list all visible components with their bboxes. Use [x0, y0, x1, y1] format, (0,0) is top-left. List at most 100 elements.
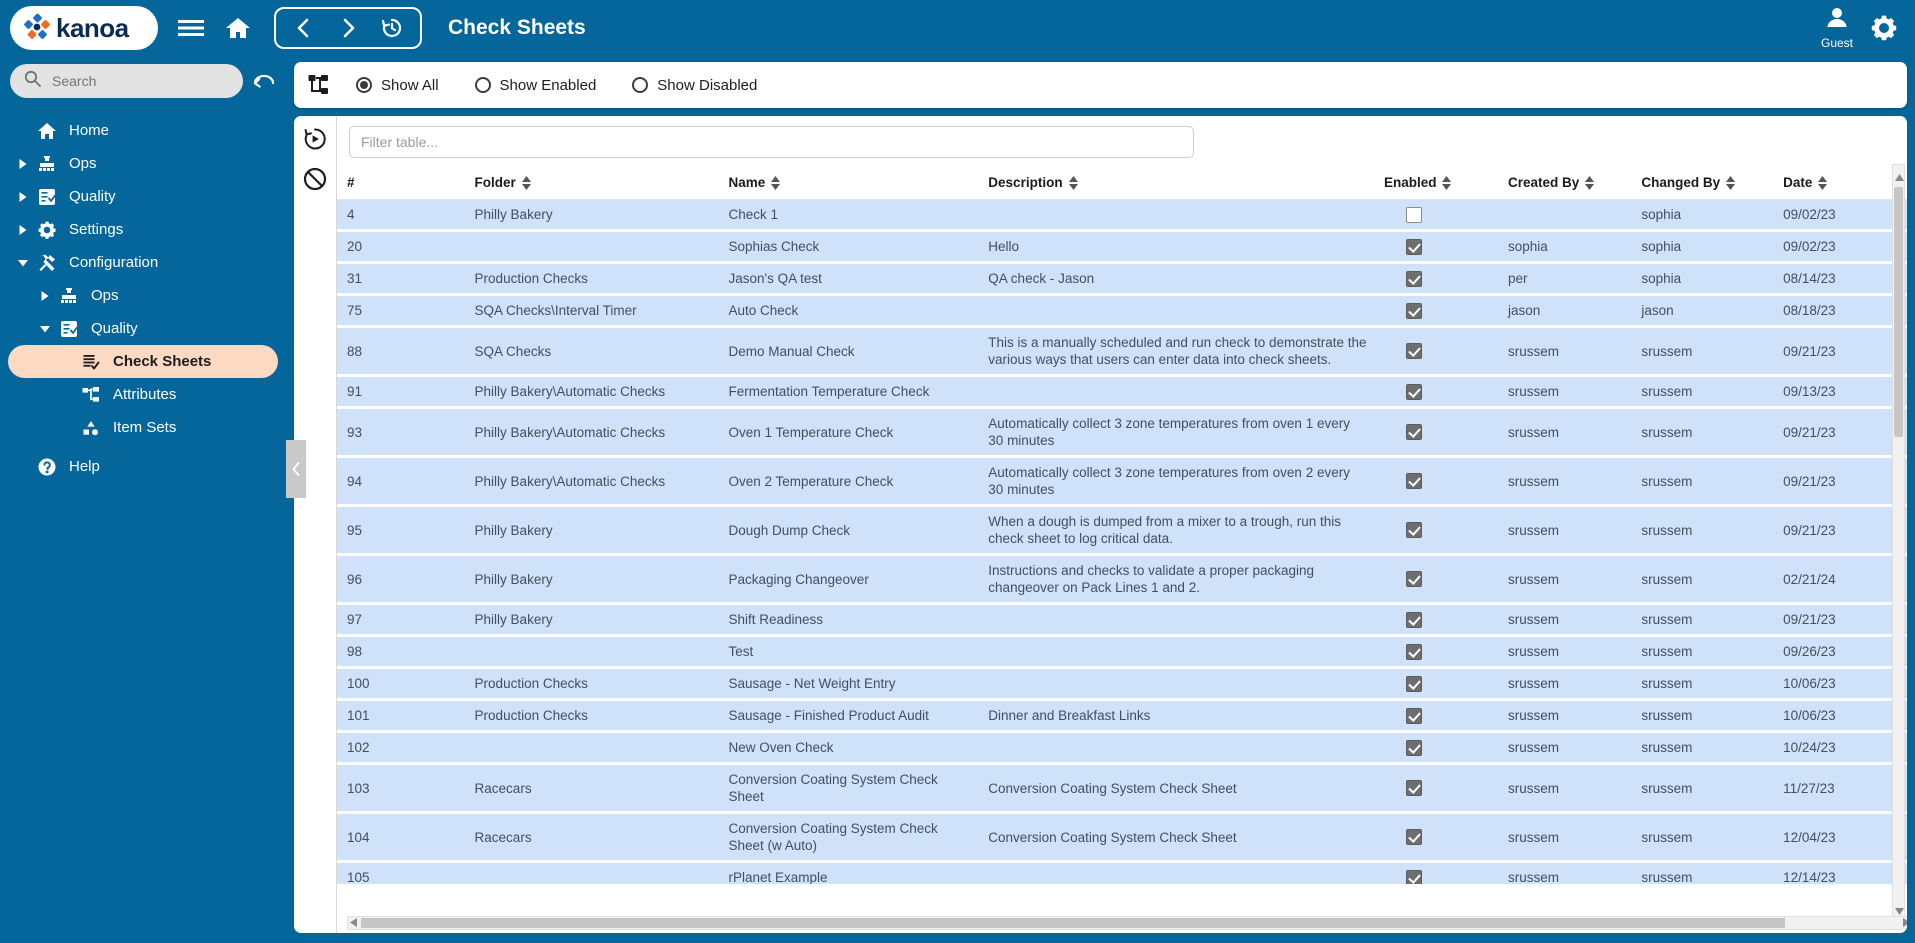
sidebar-item-quality[interactable]: Quality [8, 312, 278, 345]
sort-toggle-icon[interactable] [1818, 175, 1828, 190]
sidebar-item-item-sets[interactable]: Item Sets [8, 411, 278, 444]
sort-toggle-icon[interactable] [1585, 175, 1595, 190]
column-header-num[interactable]: # [337, 168, 465, 200]
table-row[interactable]: 102 New Oven Check srussem srussem 10/24/23 [337, 731, 1907, 765]
enabled-checkbox[interactable] [1405, 383, 1422, 400]
table-row[interactable]: 75 SQA Checks\Interval Timer Auto Check jas… [337, 294, 1907, 328]
radio-indicator[interactable] [356, 77, 372, 93]
history-clock-icon[interactable] [370, 9, 414, 47]
table-scroll-region[interactable]: # Folder Name Description Enabled Created By C… [337, 168, 1907, 884]
sidebar-item-ops[interactable]: Ops [8, 147, 278, 180]
column-header-date[interactable]: Date [1773, 168, 1907, 200]
enabled-checkbox[interactable] [1405, 869, 1422, 884]
cell-enabled[interactable] [1373, 294, 1498, 328]
vertical-scrollbar[interactable] [1892, 164, 1905, 924]
cell-enabled[interactable] [1373, 375, 1498, 409]
sidebar-item-quality[interactable]: Quality [8, 180, 278, 213]
undo-arrow-icon[interactable] [252, 69, 276, 94]
column-header-created[interactable]: Created By [1497, 168, 1632, 200]
sidebar-collapse-handle[interactable] [286, 440, 306, 498]
cell-enabled[interactable] [1373, 262, 1498, 296]
cell-enabled[interactable] [1373, 326, 1498, 377]
cell-enabled[interactable] [1373, 763, 1498, 814]
cell-enabled[interactable] [1373, 230, 1498, 264]
cell-enabled[interactable] [1373, 635, 1498, 669]
cell-enabled[interactable] [1373, 699, 1498, 733]
table-row[interactable]: 105 rPlanet Example srussem srussem 12/14/23 [337, 861, 1907, 884]
chevron-right-icon[interactable] [12, 224, 34, 236]
radio-show-disabled[interactable]: Show Disabled [632, 77, 757, 94]
cell-enabled[interactable] [1373, 199, 1498, 232]
scroll-left-arrow-icon[interactable] [350, 914, 357, 932]
table-row[interactable]: 98 Test srussem srussem 09/26/23 [337, 635, 1907, 669]
cell-enabled[interactable] [1373, 731, 1498, 765]
enabled-checkbox[interactable] [1405, 780, 1422, 796]
home-icon[interactable] [224, 15, 252, 41]
chevron-right-icon[interactable] [34, 290, 56, 302]
column-header-desc[interactable]: Description [978, 168, 1374, 200]
sidebar-item-check-sheets[interactable]: Check Sheets [8, 345, 278, 378]
scroll-up-arrow-icon[interactable] [1895, 168, 1904, 186]
enabled-checkbox[interactable] [1405, 343, 1422, 359]
search-box[interactable] [10, 64, 243, 98]
user-menu[interactable]: Guest [1821, 6, 1853, 50]
run-clock-icon[interactable] [302, 126, 328, 152]
back-button[interactable] [282, 9, 326, 47]
chevron-right-icon[interactable] [12, 191, 34, 203]
enabled-checkbox[interactable] [1405, 707, 1422, 724]
sort-toggle-icon[interactable] [521, 175, 531, 190]
filter-table-input[interactable] [349, 126, 1194, 158]
table-row[interactable]: 20 Sophias Check Hello sophia sophia 09/02/23 [337, 230, 1907, 264]
table-row[interactable]: 97 Philly Bakery Shift Readiness srussem sru… [337, 603, 1907, 637]
cell-enabled[interactable] [1373, 603, 1498, 637]
cell-enabled[interactable] [1373, 667, 1498, 701]
table-row[interactable]: 4 Philly Bakery Check 1 sophia 09/02/23 [337, 199, 1907, 232]
table-row[interactable]: 93 Philly Bakery\Automatic Checks Oven 1 T… [337, 407, 1907, 458]
radio-show-all[interactable]: Show All [356, 77, 439, 94]
horizontal-scrollbar[interactable] [347, 916, 1907, 930]
cell-enabled[interactable] [1373, 456, 1498, 507]
cell-enabled[interactable] [1373, 861, 1498, 884]
scroll-right-arrow-icon[interactable] [1903, 914, 1907, 932]
table-row[interactable]: 103 Racecars Conversion Coating System Che… [337, 763, 1907, 814]
gear-icon[interactable] [1869, 13, 1899, 43]
sidebar-item-settings[interactable]: Settings [8, 213, 278, 246]
disable-circle-slash-icon[interactable] [302, 166, 328, 192]
radio-indicator[interactable] [474, 77, 491, 93]
chevron-down-icon[interactable] [12, 258, 34, 268]
sort-toggle-icon[interactable] [1726, 175, 1736, 190]
table-row[interactable]: 100 Production Checks Sausage - Net Weight… [337, 667, 1907, 701]
hierarchy-icon[interactable] [308, 74, 330, 96]
enabled-checkbox[interactable] [1405, 829, 1422, 845]
enabled-checkbox[interactable] [1405, 675, 1422, 692]
table-row[interactable]: 88 SQA Checks Demo Manual Check This is a m… [337, 326, 1907, 377]
table-row[interactable]: 91 Philly Bakery\Automatic Checks Fermenta… [337, 375, 1907, 409]
chevron-right-icon[interactable] [12, 158, 34, 170]
hamburger-menu-icon[interactable] [176, 16, 206, 40]
cell-enabled[interactable] [1373, 407, 1498, 458]
search-input[interactable] [50, 72, 229, 90]
sidebar-item-attributes[interactable]: Attributes [8, 378, 278, 411]
radio-show-enabled[interactable]: Show Enabled [474, 77, 596, 94]
cell-enabled[interactable] [1373, 505, 1498, 556]
enabled-checkbox[interactable] [1405, 270, 1422, 287]
kanoa-logo[interactable]: kanoa [10, 6, 158, 50]
cell-enabled[interactable] [1373, 812, 1498, 863]
enabled-checkbox[interactable] [1405, 302, 1422, 319]
table-row[interactable]: 104 Racecars Conversion Coating System Che… [337, 812, 1907, 863]
column-header-folder[interactable]: Folder [464, 168, 719, 200]
column-header-name[interactable]: Name [718, 168, 979, 200]
horizontal-scroll-thumb[interactable] [361, 918, 1785, 928]
table-row[interactable]: 96 Philly Bakery Packaging Changeover Instr… [337, 554, 1907, 605]
sidebar-item-help[interactable]: Help [8, 450, 278, 483]
sidebar-item-configuration[interactable]: Configuration [8, 246, 278, 279]
enabled-checkbox[interactable] [1405, 473, 1422, 489]
table-row[interactable]: 101 Production Checks Sausage - Finished P… [337, 699, 1907, 733]
cell-enabled[interactable] [1373, 554, 1498, 605]
column-header-changed[interactable]: Changed By [1631, 168, 1774, 200]
radio-indicator[interactable] [632, 77, 649, 93]
sort-toggle-icon[interactable] [1442, 175, 1452, 190]
enabled-checkbox[interactable] [1405, 522, 1422, 538]
enabled-checkbox[interactable] [1405, 611, 1422, 628]
vertical-scroll-thumb[interactable] [1894, 187, 1903, 437]
